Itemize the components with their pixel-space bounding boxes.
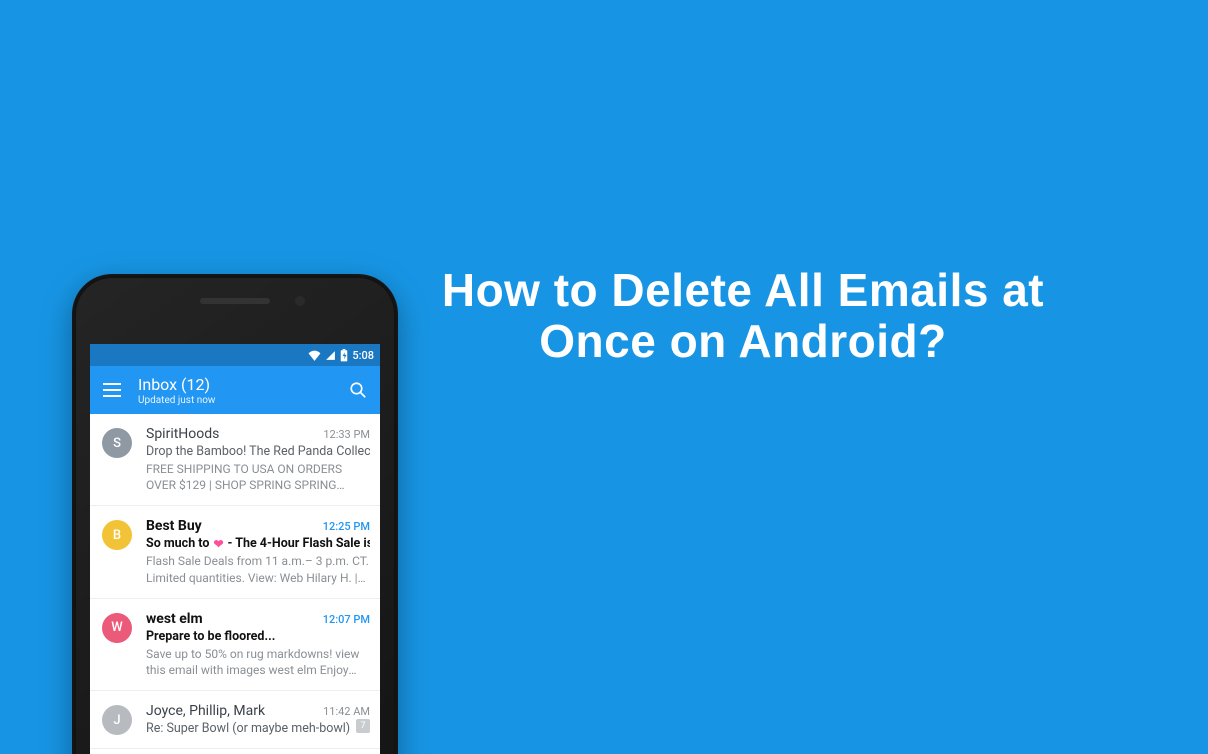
email-preview: Save up to 50% on rug markdowns! view th…: [146, 646, 370, 678]
email-subject: So much to ❤ - The 4-Hour Flash Sale is …: [146, 536, 370, 551]
phone-speaker: [200, 298, 270, 304]
email-time: 12:33 PM: [317, 428, 370, 441]
email-item[interactable]: B Best Buy 12:25 PM So much to ❤ - The 4…: [90, 506, 380, 598]
email-sender: Joyce, Phillip, Mark: [146, 703, 317, 719]
hamburger-icon: [103, 383, 121, 397]
email-subject: Drop the Bamboo! The Red Panda Collecto…: [146, 444, 370, 459]
email-preview: Flash Sale Deals from 11 a.m.– 3 p.m. CT…: [146, 553, 370, 585]
heart-icon: ❤: [213, 537, 223, 551]
avatar[interactable]: W: [102, 613, 132, 643]
phone-camera: [295, 296, 305, 306]
phone-screen: 5:08 Inbox (12) Updated just now S Spiri…: [90, 344, 380, 754]
email-time: 12:25 PM: [317, 520, 370, 533]
email-item[interactable]: S SpiritHoods 12:33 PM Drop the Bamboo! …: [90, 414, 380, 506]
email-sender: Best Buy: [146, 518, 317, 534]
email-list: S SpiritHoods 12:33 PM Drop the Bamboo! …: [90, 414, 380, 749]
inbox-subtitle: Updated just now: [138, 395, 344, 406]
email-sender: west elm: [146, 611, 317, 627]
email-item[interactable]: W west elm 12:07 PM Prepare to be floore…: [90, 599, 380, 691]
email-sender: SpiritHoods: [146, 426, 317, 442]
wifi-icon: [308, 350, 321, 361]
email-time: 11:42 AM: [317, 705, 370, 718]
cell-signal-icon: [325, 350, 336, 361]
inbox-title: Inbox (12): [138, 375, 344, 394]
email-preview: FREE SHIPPING TO USA ON ORDERS OVER $129…: [146, 461, 370, 493]
search-icon: [349, 381, 367, 399]
search-button[interactable]: [344, 376, 372, 404]
status-clock: 5:08: [352, 349, 374, 362]
phone-frame: 5:08 Inbox (12) Updated just now S Spiri…: [72, 274, 398, 754]
email-item[interactable]: J Joyce, Phillip, Mark 11:42 AM Re: Supe…: [90, 691, 380, 749]
appbar-title-block: Inbox (12) Updated just now: [126, 375, 344, 406]
status-bar: 5:08: [90, 344, 380, 366]
email-subject: Re: Super Bowl (or maybe meh-bowl) p…: [146, 721, 350, 736]
email-time: 12:07 PM: [317, 613, 370, 626]
avatar[interactable]: B: [102, 520, 132, 550]
email-subject: Prepare to be floored...: [146, 629, 370, 644]
avatar[interactable]: J: [102, 705, 132, 735]
avatar[interactable]: S: [102, 428, 132, 458]
menu-button[interactable]: [98, 376, 126, 404]
battery-charging-icon: [340, 349, 348, 362]
page-headline: How to Delete All Emails at Once on Andr…: [378, 265, 1108, 366]
attachment-count-badge: 7: [356, 719, 370, 733]
app-bar: Inbox (12) Updated just now: [90, 366, 380, 414]
